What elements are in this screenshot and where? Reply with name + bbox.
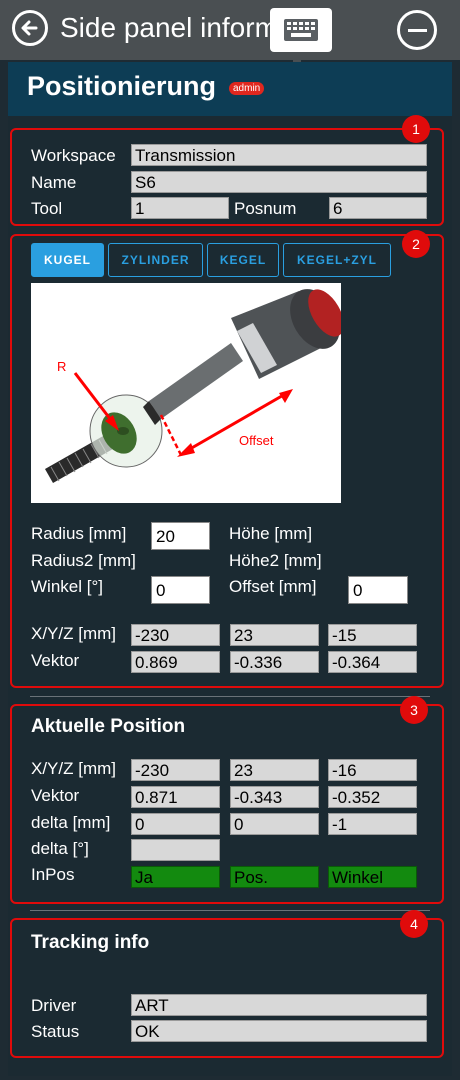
workspace-field: Transmission xyxy=(131,144,427,166)
current-position-title: Aktuelle Position xyxy=(31,716,186,737)
target-x-field: -230 xyxy=(131,624,220,646)
target-vx-field: 0.869 xyxy=(131,651,220,673)
delta-deg-label: delta [°] xyxy=(31,839,89,858)
section-3-number: 3 xyxy=(400,696,428,724)
screwdriver-tool xyxy=(143,289,344,425)
target-y-field: 23 xyxy=(230,624,319,646)
section-2-number: 2 xyxy=(402,230,430,258)
offset-input[interactable]: 0 xyxy=(348,576,408,604)
title-bar: Side panel information xyxy=(0,0,460,62)
delta-z-field: -1 xyxy=(328,813,417,835)
current-vx-field: 0.871 xyxy=(131,786,220,808)
radius2-label: Radius2 [mm] xyxy=(31,551,136,570)
name-label: Name xyxy=(31,173,77,192)
posnum-label: Posnum xyxy=(234,199,297,218)
tool-label: Tool xyxy=(31,199,63,218)
driver-label: Driver xyxy=(31,996,77,1015)
radius-input[interactable]: 20 xyxy=(151,522,210,550)
current-x-field: -230 xyxy=(131,759,220,781)
delta-y-field: 0 xyxy=(230,813,319,835)
driver-field: ART xyxy=(131,994,427,1016)
current-vy-field: -0.343 xyxy=(230,786,319,808)
winkel-input[interactable]: 0 xyxy=(151,576,210,604)
tool-field: 1 xyxy=(131,197,229,219)
svg-text:R: R xyxy=(57,359,66,374)
minimize-button[interactable] xyxy=(397,10,437,50)
target-z-field: -15 xyxy=(328,624,417,646)
name-field: S6 xyxy=(131,171,427,193)
section-4-number: 4 xyxy=(400,910,428,938)
target-xyz-label: X/Y/Z [mm] xyxy=(31,624,116,643)
divider xyxy=(30,696,430,697)
current-z-field: -16 xyxy=(328,759,417,781)
current-vz-field: -0.352 xyxy=(328,786,417,808)
back-button[interactable] xyxy=(12,10,48,46)
admin-badge: admin xyxy=(229,82,265,95)
inpos-winkel-indicator: Winkel xyxy=(328,866,417,888)
radius-label: Radius [mm] xyxy=(31,524,127,543)
current-vektor-label: Vektor xyxy=(31,786,80,805)
winkel-label: Winkel [°] xyxy=(31,577,103,596)
posnum-field: 6 xyxy=(329,197,427,219)
window-title: Side panel information xyxy=(60,12,280,43)
tab-zylinder[interactable]: ZYLINDER xyxy=(108,243,203,277)
keyboard-icon xyxy=(284,19,318,41)
divider xyxy=(30,910,430,911)
status-label: Status xyxy=(31,1022,80,1041)
hoehe-label: Höhe [mm] xyxy=(229,524,313,543)
page-header: Positionierung admin xyxy=(8,62,452,116)
tab-kegel-zyl[interactable]: KEGEL+ZYL xyxy=(283,243,391,277)
status-field: OK xyxy=(131,1020,427,1042)
inpos-label: InPos xyxy=(31,865,75,884)
offset-label: Offset [mm] xyxy=(229,577,317,596)
workspace-label: Workspace xyxy=(31,146,116,165)
target-vz-field: -0.364 xyxy=(328,651,417,673)
tracking-info-title: Tracking info xyxy=(31,932,150,953)
hoehe2-label: Höhe2 [mm] xyxy=(229,551,322,570)
target-vy-field: -0.336 xyxy=(230,651,319,673)
current-xyz-label: X/Y/Z [mm] xyxy=(31,759,116,778)
delta-x-field: 0 xyxy=(131,813,220,835)
tab-kegel[interactable]: KEGEL xyxy=(207,243,279,277)
back-arrow-icon xyxy=(21,20,38,36)
current-y-field: 23 xyxy=(230,759,319,781)
keyboard-button[interactable] xyxy=(270,8,332,52)
page-title: Positionierung xyxy=(27,71,216,101)
tool-illustration: R Offset xyxy=(31,283,344,503)
delta-deg-field xyxy=(131,839,220,861)
svg-text:Offset: Offset xyxy=(239,433,274,448)
inpos-pos-indicator: Pos. xyxy=(230,866,319,888)
radius-marker: R xyxy=(57,359,119,431)
delta-mm-label: delta [mm] xyxy=(31,813,111,832)
inpos-ja-indicator: Ja xyxy=(131,866,220,888)
minus-circle-icon xyxy=(408,29,427,32)
tab-kugel[interactable]: KUGEL xyxy=(31,243,104,277)
target-vektor-label: Vektor xyxy=(31,651,80,670)
section-1-number: 1 xyxy=(402,115,430,143)
